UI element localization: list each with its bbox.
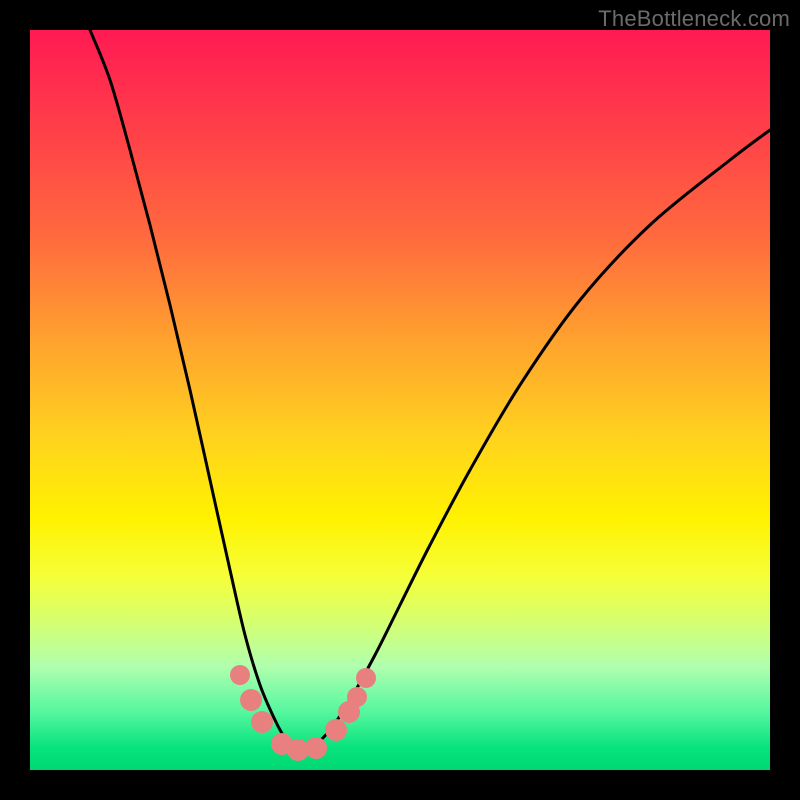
pt-left-3 (251, 711, 273, 733)
plot-area (30, 30, 770, 770)
pt-right-3 (347, 687, 367, 707)
pt-left-2 (240, 689, 262, 711)
bottleneck-curve (90, 30, 770, 750)
pt-left-1 (230, 665, 250, 685)
curve-markers (230, 665, 376, 761)
chart-frame: TheBottleneck.com (0, 0, 800, 800)
pt-right-1 (325, 719, 347, 741)
pt-right-4 (356, 668, 376, 688)
pt-bottom-3 (305, 737, 327, 759)
curve-svg (30, 30, 770, 770)
watermark-text: TheBottleneck.com (598, 6, 790, 32)
